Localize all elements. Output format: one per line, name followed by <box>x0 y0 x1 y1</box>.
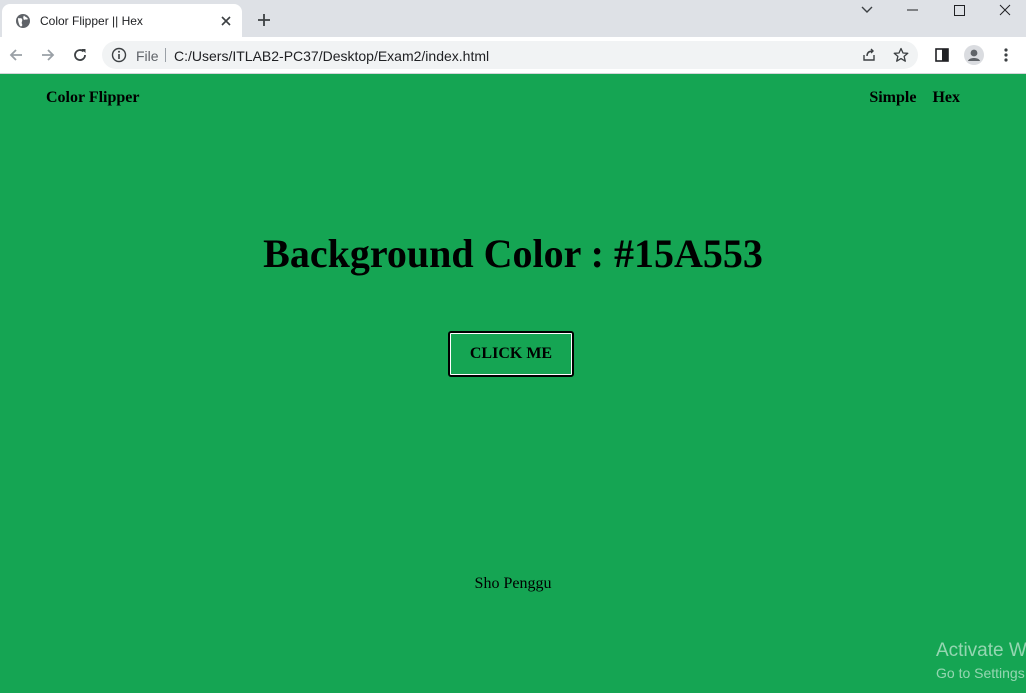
side-panel-icon[interactable] <box>932 45 952 65</box>
forward-arrow-icon[interactable] <box>38 45 58 65</box>
color-heading: Background Color : #15A553 <box>263 231 763 276</box>
back-arrow-icon[interactable] <box>6 45 26 65</box>
minimize-icon[interactable] <box>898 0 928 20</box>
share-icon[interactable] <box>861 47 877 63</box>
scheme-label: File <box>136 48 159 64</box>
nav-brand[interactable]: Color Flipper <box>46 89 139 107</box>
tab-title: Color Flipper || Hex <box>40 13 143 28</box>
browser-toolbar: File C:/Users/ITLAB2-PC37/Desktop/Exam2/… <box>0 37 1026 73</box>
nav-link-simple[interactable]: Simple <box>869 89 916 107</box>
more-menu-icon[interactable] <box>996 45 1016 65</box>
profile-avatar-icon[interactable] <box>964 45 984 65</box>
globe-icon <box>15 13 31 29</box>
bookmark-star-icon[interactable] <box>893 47 909 63</box>
new-tab-button[interactable] <box>254 10 274 30</box>
nav-links: Simple Hex <box>869 89 960 107</box>
tab-strip: Color Flipper || Hex <box>0 0 1026 37</box>
close-tab-icon[interactable] <box>218 13 234 29</box>
browser-tab[interactable]: Color Flipper || Hex <box>2 4 242 37</box>
info-icon[interactable] <box>111 47 127 63</box>
omnibox-divider <box>165 48 166 62</box>
activate-windows-watermark: Activate Windows Go to Settings to activ… <box>936 640 1026 681</box>
watermark-title: Activate Windows <box>936 640 1026 661</box>
watermark-subtitle: Go to Settings to activate Windows. <box>936 665 1026 681</box>
close-window-icon[interactable] <box>990 0 1020 20</box>
maximize-icon[interactable] <box>944 0 974 20</box>
page-content: Color Flipper Simple Hex Background Colo… <box>0 74 1026 693</box>
url-text[interactable]: C:/Users/ITLAB2-PC37/Desktop/Exam2/index… <box>174 48 489 64</box>
author-footer: Sho Penggu <box>474 575 552 592</box>
address-bar[interactable]: File C:/Users/ITLAB2-PC37/Desktop/Exam2/… <box>102 41 918 69</box>
nav-link-hex[interactable]: Hex <box>932 89 960 107</box>
click-me-button[interactable]: CLICK ME <box>448 331 574 377</box>
tab-search-icon[interactable] <box>852 0 882 20</box>
reload-icon[interactable] <box>70 45 90 65</box>
